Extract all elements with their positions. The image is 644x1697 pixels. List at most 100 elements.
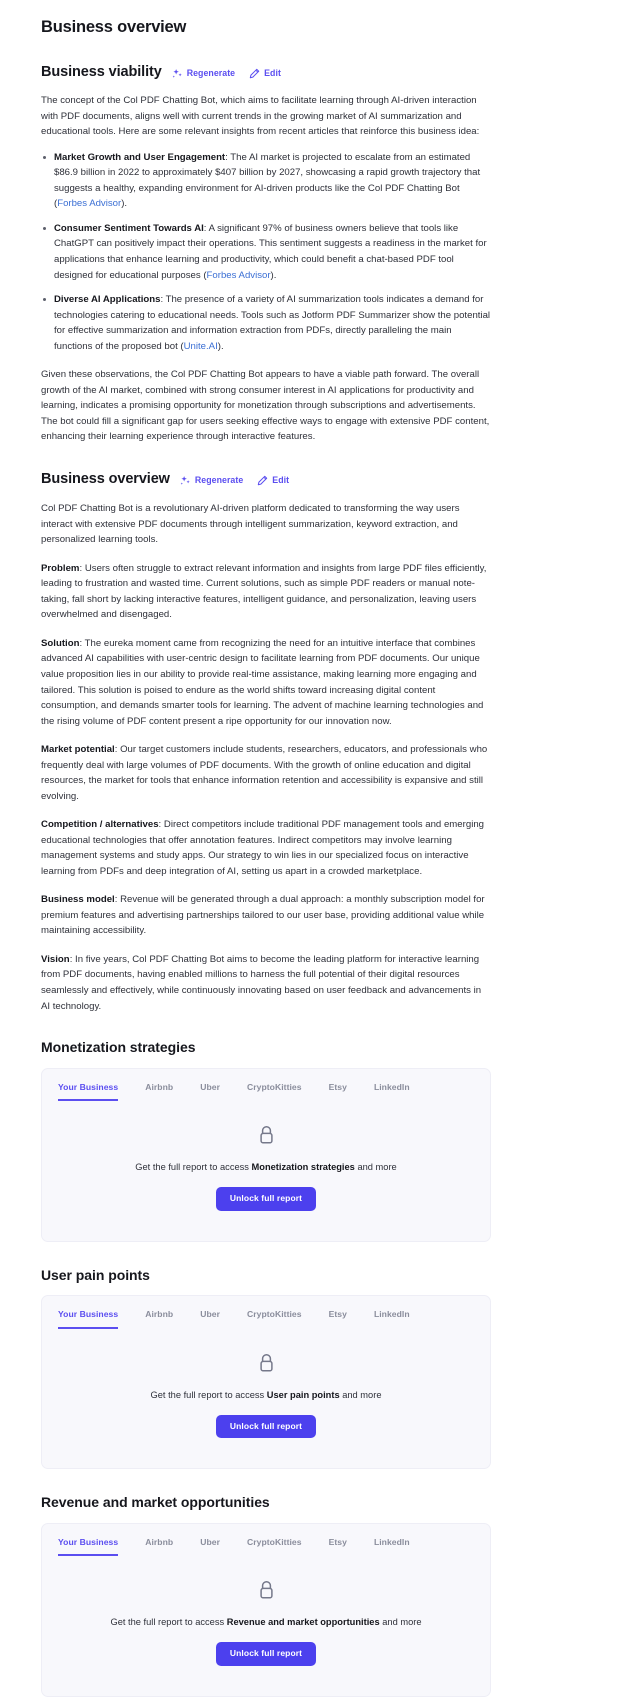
sparkle-icon: [180, 475, 191, 486]
locked-section-user-pain-points: User pain points Your Business Airbnb Ub…: [41, 1267, 491, 1470]
tab-bar: Your Business Airbnb Uber CryptoKitties …: [42, 1524, 490, 1557]
regenerate-label: Regenerate: [186, 68, 236, 79]
locked-body: Get the full report to access Monetizati…: [42, 1101, 490, 1240]
prompt-section-name: Monetization strategies: [251, 1162, 355, 1173]
bullet-title: Consumer Sentiment Towards AI: [54, 222, 204, 234]
paragraph-text: : The eureka moment came from recognizin…: [41, 637, 484, 727]
bullet-text-end: ).: [121, 198, 128, 210]
regenerate-label: Regenerate: [194, 475, 244, 486]
prompt-suffix: and more: [379, 1617, 422, 1628]
paragraph-label: Business model: [41, 894, 115, 906]
locked-body: Get the full report to access User pain …: [42, 1329, 490, 1468]
tab-uber[interactable]: Uber: [200, 1082, 220, 1101]
business-overview-header: Business overview Regenerate Edit: [41, 471, 491, 488]
prompt-suffix: and more: [339, 1389, 382, 1400]
business-viability-actions: Regenerate Edit: [172, 66, 281, 79]
prompt-section-name: User pain points: [266, 1389, 340, 1400]
bullet-text-end: ).: [217, 340, 224, 352]
unlock-full-report-button[interactable]: Unlock full report: [215, 1187, 317, 1211]
viability-intro: The concept of the Col PDF Chatting Bot,…: [41, 95, 480, 138]
prompt-prefix: Get the full report to access: [150, 1389, 267, 1400]
tab-airbnb[interactable]: Airbnb: [145, 1309, 173, 1328]
source-link[interactable]: Forbes Advisor: [207, 270, 271, 281]
edit-label: Edit: [272, 475, 290, 486]
list-item: Market Growth and User Engagement: The A…: [43, 150, 491, 212]
tab-linkedin[interactable]: LinkedIn: [374, 1309, 410, 1328]
edit-button-overview[interactable]: Edit: [257, 475, 289, 486]
tab-bar: Your Business Airbnb Uber CryptoKitties …: [42, 1069, 490, 1102]
tab-cryptokitties[interactable]: CryptoKitties: [247, 1309, 302, 1328]
tab-uber[interactable]: Uber: [200, 1537, 220, 1556]
paragraph-text: : In five years, Col PDF Chatting Bot ai…: [41, 953, 482, 1012]
locked-body: Get the full report to access Revenue an…: [42, 1556, 490, 1695]
source-link[interactable]: Unite.AI: [184, 341, 218, 352]
viability-bullet-list: Market Growth and User Engagement: The A…: [41, 150, 491, 354]
bullet-text-end: ).: [270, 269, 277, 281]
viability-conclusion: Given these observations, the Col PDF Ch…: [41, 369, 490, 443]
overview-paragraph-vision: Vision: In five years, Col PDF Chatting …: [41, 952, 491, 1014]
locked-prompt: Get the full report to access Revenue an…: [58, 1616, 474, 1630]
regenerate-button-overview[interactable]: Regenerate: [180, 475, 243, 486]
tab-linkedin[interactable]: LinkedIn: [374, 1082, 410, 1101]
locked-prompt: Get the full report to access User pain …: [58, 1389, 474, 1403]
tab-etsy[interactable]: Etsy: [329, 1309, 347, 1328]
locked-card: Your Business Airbnb Uber CryptoKitties …: [41, 1067, 491, 1242]
tab-cryptokitties[interactable]: CryptoKitties: [247, 1537, 302, 1556]
overview-paragraph-solution: Solution: The eureka moment came from re…: [41, 636, 491, 729]
source-link[interactable]: Forbes Advisor: [57, 198, 121, 209]
tab-cryptokitties[interactable]: CryptoKitties: [247, 1082, 302, 1101]
bullet-title: Diverse AI Applications: [54, 294, 161, 306]
overview-paragraph-market-potential: Market potential: Our target customers i…: [41, 742, 491, 804]
business-viability-title: Business viability: [41, 63, 162, 80]
prompt-section-name: Revenue and market opportunities: [226, 1617, 380, 1628]
content-column: Business overview Business viability Reg…: [41, 18, 491, 1697]
paragraph-label: Vision: [41, 953, 70, 965]
pencil-icon: [249, 68, 260, 79]
tab-linkedin[interactable]: LinkedIn: [374, 1537, 410, 1556]
list-item: Diverse AI Applications: The presence of…: [43, 292, 491, 354]
business-viability-header: Business viability Regenerate Edit: [41, 64, 491, 81]
edit-button-viability[interactable]: Edit: [249, 68, 281, 79]
overview-intro: Col PDF Chatting Bot is a revolutionary …: [41, 503, 460, 546]
sparkle-icon: [172, 68, 183, 79]
tab-etsy[interactable]: Etsy: [329, 1082, 347, 1101]
tab-your-business[interactable]: Your Business: [58, 1309, 119, 1329]
unlock-full-report-button[interactable]: Unlock full report: [215, 1642, 317, 1666]
section-title: User pain points: [41, 1266, 150, 1283]
locked-card: Your Business Airbnb Uber CryptoKitties …: [41, 1522, 491, 1697]
tab-your-business[interactable]: Your Business: [58, 1537, 119, 1557]
locked-section-revenue-and-market-opportunities: Revenue and market opportunities Your Bu…: [41, 1494, 491, 1697]
tab-airbnb[interactable]: Airbnb: [145, 1082, 173, 1101]
report-page: Business overview Business viability Reg…: [0, 0, 644, 1697]
business-overview-title: Business overview: [41, 470, 170, 487]
section-title: Revenue and market opportunities: [41, 1494, 270, 1511]
paragraph-label: Solution: [41, 637, 80, 649]
tab-your-business[interactable]: Your Business: [58, 1082, 119, 1102]
lock-icon: [258, 1353, 275, 1373]
overview-paragraph-competition: Competition / alternatives: Direct compe…: [41, 817, 491, 879]
tab-etsy[interactable]: Etsy: [329, 1537, 347, 1556]
section-title: Monetization strategies: [41, 1039, 196, 1056]
tab-airbnb[interactable]: Airbnb: [145, 1537, 173, 1556]
regenerate-button-viability[interactable]: Regenerate: [172, 68, 235, 79]
bullet-title: Market Growth and User Engagement: [54, 151, 226, 163]
prompt-prefix: Get the full report to access: [135, 1162, 252, 1173]
list-item: Consumer Sentiment Towards AI: A signifi…: [43, 221, 491, 283]
prompt-prefix: Get the full report to access: [110, 1617, 227, 1628]
overview-paragraph-problem: Problem: Users often struggle to extract…: [41, 561, 491, 623]
page-title: Business overview: [41, 18, 187, 36]
lock-icon: [258, 1580, 275, 1600]
business-overview-actions: Regenerate Edit: [180, 473, 289, 486]
prompt-suffix: and more: [354, 1162, 397, 1173]
paragraph-label: Competition / alternatives: [41, 819, 159, 831]
paragraph-text: : Users often struggle to extract releva…: [41, 562, 487, 621]
paragraph-label: Problem: [41, 562, 80, 574]
paragraph-label: Market potential: [41, 744, 115, 756]
locked-prompt: Get the full report to access Monetizati…: [58, 1161, 474, 1175]
unlock-full-report-button[interactable]: Unlock full report: [215, 1414, 317, 1439]
lock-icon: [258, 1125, 275, 1145]
tab-bar: Your Business Airbnb Uber CryptoKitties …: [42, 1296, 490, 1329]
locked-card: Your Business Airbnb Uber CryptoKitties …: [41, 1295, 491, 1470]
overview-paragraph-business-model: Business model: Revenue will be generate…: [41, 892, 491, 939]
tab-uber[interactable]: Uber: [200, 1309, 220, 1328]
